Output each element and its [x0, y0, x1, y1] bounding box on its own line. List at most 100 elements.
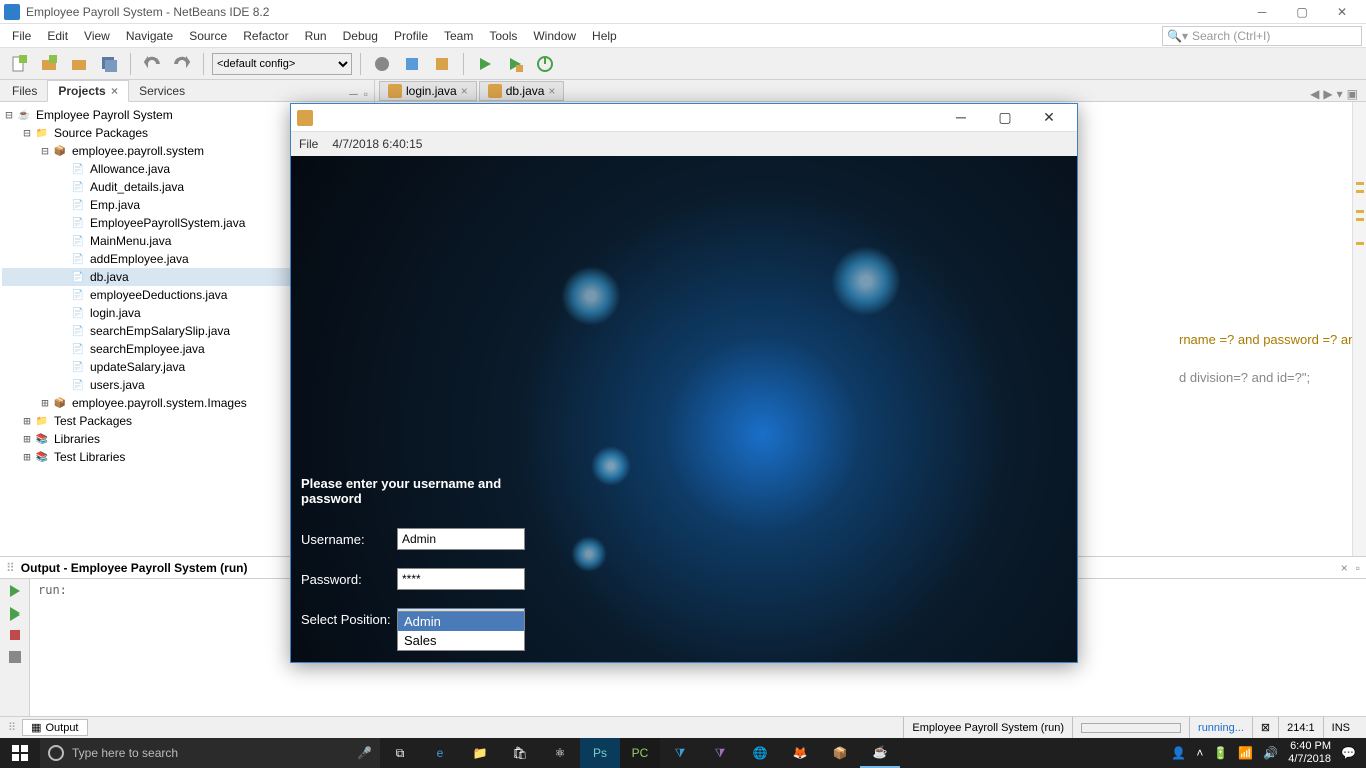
nav-forward-icon[interactable]: ▶	[1323, 87, 1332, 101]
tab-files[interactable]: Files	[2, 81, 47, 101]
minimize-output-button[interactable]: ▫	[1356, 561, 1360, 575]
position-dropdown[interactable]: Admin Sales	[397, 611, 525, 651]
restore-pane-button[interactable]: ▫	[364, 87, 368, 101]
photoshop-icon[interactable]: Ps	[580, 738, 620, 768]
store-icon[interactable]: 🛍	[500, 738, 540, 768]
close-output-button[interactable]: ×	[1341, 561, 1348, 575]
task-view-button[interactable]: ⧉	[380, 738, 420, 768]
chrome-icon[interactable]: 🌐	[740, 738, 780, 768]
rerun-button[interactable]	[7, 583, 23, 599]
settings-button[interactable]	[7, 649, 23, 665]
tree-package[interactable]: employee.payroll.system	[72, 144, 204, 158]
menu-view[interactable]: View	[76, 27, 118, 45]
menu-window[interactable]: Window	[525, 27, 584, 45]
login-minimize-button[interactable]: ─	[947, 109, 975, 126]
tree-file[interactable]: employeeDeductions.java	[90, 288, 227, 302]
menu-source[interactable]: Source	[181, 27, 235, 45]
battery-icon[interactable]: 🔋	[1213, 746, 1228, 760]
close-icon[interactable]: ×	[548, 84, 555, 98]
editor-tab-db[interactable]: db.java×	[479, 81, 565, 101]
tree-libraries[interactable]: Libraries	[54, 432, 100, 446]
tree-file[interactable]: Emp.java	[90, 198, 140, 212]
edge-icon[interactable]: e	[420, 738, 460, 768]
menu-file[interactable]: File	[4, 27, 39, 45]
editor-tab-login[interactable]: login.java×	[379, 81, 477, 101]
search-input[interactable]: 🔍▾ Search (Ctrl+I)	[1162, 26, 1362, 46]
tree-file[interactable]: Allowance.java	[90, 162, 170, 176]
close-button[interactable]: ✕	[1322, 0, 1362, 24]
nav-dropdown-icon[interactable]: ▾	[1337, 87, 1343, 101]
close-icon[interactable]: ×	[111, 84, 118, 98]
undo-button[interactable]	[139, 51, 165, 77]
volume-icon[interactable]: 🔊	[1263, 746, 1278, 760]
maximize-button[interactable]: ▢	[1282, 0, 1322, 24]
stop-run-button[interactable]: ⊠	[1252, 717, 1278, 738]
java-app-taskbar-icon[interactable]: ☕	[860, 738, 900, 768]
rerun-debug-button[interactable]	[7, 605, 23, 621]
tree-file[interactable]: users.java	[90, 378, 145, 392]
menu-debug[interactable]: Debug	[335, 27, 386, 45]
open-button[interactable]	[66, 51, 92, 77]
people-icon[interactable]: 👤	[1171, 746, 1186, 760]
menu-team[interactable]: Team	[436, 27, 481, 45]
menu-edit[interactable]: Edit	[39, 27, 76, 45]
tree-file[interactable]: login.java	[90, 306, 141, 320]
start-button[interactable]	[0, 738, 40, 768]
dropdown-option-sales[interactable]: Sales	[398, 631, 524, 650]
visualstudio-icon[interactable]: ⧩	[700, 738, 740, 768]
tree-root[interactable]: Employee Payroll System	[36, 108, 173, 122]
tab-projects[interactable]: Projects ×	[47, 80, 129, 102]
tree-source-packages[interactable]: Source Packages	[54, 126, 148, 140]
new-file-button[interactable]	[6, 51, 32, 77]
firefox-icon[interactable]: 🦊	[780, 738, 820, 768]
atom-icon[interactable]: ⚛	[540, 738, 580, 768]
new-project-button[interactable]	[36, 51, 62, 77]
tab-services[interactable]: Services	[129, 81, 195, 101]
login-menu-file[interactable]: File	[299, 137, 318, 151]
notifications-icon[interactable]: 💬	[1341, 746, 1356, 760]
minimize-button[interactable]: ─	[1242, 0, 1282, 24]
tree-file[interactable]: addEmployee.java	[90, 252, 189, 266]
menu-run[interactable]: Run	[297, 27, 335, 45]
tray-chevron-icon[interactable]: ˄	[1196, 746, 1203, 760]
tree-package-images[interactable]: employee.payroll.system.Images	[72, 396, 247, 410]
nav-back-icon[interactable]: ◀	[1310, 87, 1319, 101]
clean-build-button[interactable]	[399, 51, 425, 77]
login-maximize-button[interactable]: ▢	[991, 109, 1019, 126]
menu-tools[interactable]: Tools	[481, 27, 525, 45]
tree-file[interactable]: searchEmployee.java	[90, 342, 205, 356]
maximize-editor-icon[interactable]: ▣	[1347, 87, 1358, 101]
login-titlebar[interactable]: ─ ▢ ✕	[291, 104, 1077, 132]
mic-icon[interactable]: 🎤	[357, 746, 372, 760]
tree-file[interactable]: updateSalary.java	[90, 360, 185, 374]
vscode-icon[interactable]: ⧩	[660, 738, 700, 768]
tree-test-packages[interactable]: Test Packages	[54, 414, 132, 428]
file-explorer-icon[interactable]: 📁	[460, 738, 500, 768]
resize-handle-icon[interactable]: ⠿	[6, 561, 15, 575]
config-select[interactable]: <default config>	[212, 53, 352, 75]
login-close-button[interactable]: ✕	[1035, 109, 1063, 126]
rebuild-button[interactable]	[429, 51, 455, 77]
taskbar-clock[interactable]: 6:40 PM 4/7/2018	[1288, 740, 1331, 766]
menu-help[interactable]: Help	[584, 27, 625, 45]
build-button[interactable]	[369, 51, 395, 77]
tree-file[interactable]: searchEmpSalarySlip.java	[90, 324, 230, 338]
tree-file-selected[interactable]: db.java	[90, 270, 129, 284]
taskbar-search[interactable]: Type here to search 🎤	[40, 738, 380, 768]
tree-file[interactable]: Audit_details.java	[90, 180, 184, 194]
dropdown-option-admin[interactable]: Admin	[398, 612, 524, 631]
password-input[interactable]	[397, 568, 525, 590]
save-all-button[interactable]	[96, 51, 122, 77]
redo-button[interactable]	[169, 51, 195, 77]
run-button[interactable]	[472, 51, 498, 77]
username-input[interactable]	[397, 528, 525, 550]
menu-profile[interactable]: Profile	[386, 27, 436, 45]
profile-button[interactable]	[532, 51, 558, 77]
pycharm-icon[interactable]: PC	[620, 738, 660, 768]
debug-button[interactable]	[502, 51, 528, 77]
output-tab-button[interactable]: ▦Output	[22, 719, 87, 736]
virtualbox-icon[interactable]: 📦	[820, 738, 860, 768]
menu-navigate[interactable]: Navigate	[118, 27, 181, 45]
menu-refactor[interactable]: Refactor	[235, 27, 296, 45]
stop-button[interactable]	[7, 627, 23, 643]
